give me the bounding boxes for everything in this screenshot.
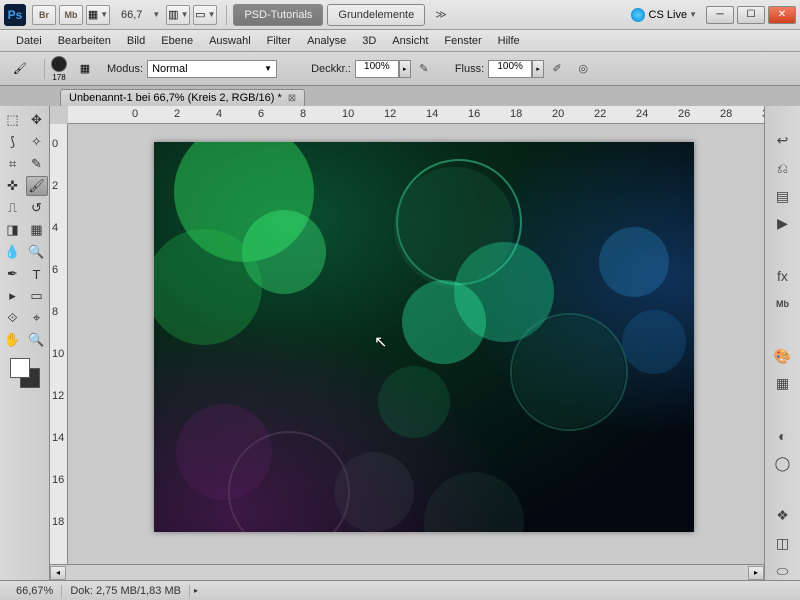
brush-preset-picker[interactable]: 178 xyxy=(51,56,67,82)
3d-camera-tool[interactable]: ⌖ xyxy=(26,308,48,328)
comps-panel-icon[interactable]: ▤ xyxy=(772,187,794,205)
bridge-button[interactable]: Br xyxy=(32,5,56,25)
screen-mode-button[interactable]: ▭▼ xyxy=(193,5,217,25)
path-select-tool[interactable]: ▸ xyxy=(2,286,24,306)
close-button[interactable]: ✕ xyxy=(768,6,796,24)
mode-label: Modus: xyxy=(107,63,143,75)
ps-logo: Ps xyxy=(4,4,26,26)
dodge-tool[interactable]: 🔍 xyxy=(26,242,48,262)
workspace-tab-grundelemente[interactable]: Grundelemente xyxy=(327,4,425,26)
marquee-tool[interactable]: ⬚ xyxy=(2,110,24,130)
color-swatches[interactable] xyxy=(10,358,40,388)
cs-live-icon xyxy=(631,8,645,22)
menu-ansicht[interactable]: Ansicht xyxy=(384,32,436,50)
arrange-docs-button[interactable]: ▥▼ xyxy=(166,5,190,25)
scrollbar-horizontal[interactable]: ◂ ▸ xyxy=(50,564,764,580)
history-panel-icon[interactable]: ↩ xyxy=(772,132,794,150)
menu-fenster[interactable]: Fenster xyxy=(436,32,489,50)
zoom-tool[interactable]: 🔍 xyxy=(26,330,48,350)
eyedropper-tool[interactable]: ✎ xyxy=(26,154,48,174)
pen-tool[interactable]: ✒ xyxy=(2,264,24,284)
wand-tool[interactable]: ✧ xyxy=(26,132,48,152)
crop-tool[interactable]: ⌗ xyxy=(2,154,24,174)
mode-select[interactable]: Normal▼ xyxy=(147,60,277,78)
brush-preview-icon xyxy=(51,56,67,72)
minibridge-button[interactable]: Mb xyxy=(59,5,83,25)
minimize-button[interactable]: ─ xyxy=(706,6,734,24)
view-extras-button[interactable]: ▦▼ xyxy=(86,5,110,25)
options-bar: 🖌 178 ▦ Modus: Normal▼ Deckkr.: 100% ▸ ✎… xyxy=(0,52,800,86)
workspace-more-icon[interactable]: ≫ xyxy=(435,8,447,21)
menu-bearbeiten[interactable]: Bearbeiten xyxy=(50,32,119,50)
shape-tool[interactable]: ▭ xyxy=(26,286,48,306)
foreground-color-swatch[interactable] xyxy=(10,358,30,378)
move-tool[interactable]: ✥ xyxy=(26,110,48,130)
swatches-panel-icon[interactable]: ▦ xyxy=(772,375,794,393)
title-bar: Ps Br Mb ▦▼ 66,7 ▼ ▥▼ ▭▼ PSD-Tutorials Gr… xyxy=(0,0,800,30)
pressure-opacity-icon[interactable]: ✎ xyxy=(414,59,434,79)
menu-ebene[interactable]: Ebene xyxy=(153,32,201,50)
layers-panel-icon[interactable]: ❖ xyxy=(772,507,794,525)
cs-live-button[interactable]: CS Live ▼ xyxy=(631,8,697,22)
menu-hilfe[interactable]: Hilfe xyxy=(490,32,528,50)
ruler-horizontal[interactable]: 024681012141618202224262830 xyxy=(68,106,764,124)
zoom-dropdown-icon[interactable]: ▼ xyxy=(152,10,160,19)
brush-tool[interactable]: 🖌 xyxy=(26,176,48,196)
menu-analyse[interactable]: Analyse xyxy=(299,32,354,50)
ruler-vertical[interactable]: 024681012141618 xyxy=(50,124,68,564)
opacity-input[interactable]: 100% xyxy=(355,60,399,78)
workspace-tab-tutorials[interactable]: PSD-Tutorials xyxy=(233,4,323,26)
menu-auswahl[interactable]: Auswahl xyxy=(201,32,259,50)
menu-datei[interactable]: Datei xyxy=(8,32,50,50)
menu-bar: Datei Bearbeiten Bild Ebene Auswahl Filt… xyxy=(0,30,800,52)
workspace: 024681012141618202224262830 024681012141… xyxy=(50,106,764,580)
color-panel-icon[interactable]: 🎨 xyxy=(772,347,794,365)
opacity-flyout-icon[interactable]: ▸ xyxy=(399,60,411,78)
toolbox: ⬚ ✥ ⟆ ✧ ⌗ ✎ ✜ 🖌 ⎍ ↺ ◨ ▦ 💧 🔍 ✒ T ▸ ▭ ⟐ ⌖ … xyxy=(0,106,50,580)
blur-tool[interactable]: 💧 xyxy=(2,242,24,262)
tool-preset-brush-icon[interactable]: 🖌 xyxy=(8,57,32,81)
zoom-level[interactable]: 66,7 xyxy=(121,9,142,21)
adjustments-panel-icon[interactable]: ◐ xyxy=(772,427,794,445)
document-tab[interactable]: Unbenannt-1 bei 66,7% (Kreis 2, RGB/16) … xyxy=(60,89,305,106)
actions-panel-icon[interactable]: ▶ xyxy=(772,215,794,233)
panel-dock: ↩ ⎌ ▤ ▶ fx Mb 🎨 ▦ ◐ ◯ ❖ ◫ ⬭ xyxy=(764,106,800,580)
pressure-size-icon[interactable]: ◎ xyxy=(573,59,593,79)
hand-tool[interactable]: ✋ xyxy=(2,330,24,350)
gradient-tool[interactable]: ▦ xyxy=(26,220,48,240)
scroll-right-button[interactable]: ▸ xyxy=(748,566,764,580)
type-tool[interactable]: T xyxy=(26,264,48,284)
status-zoom[interactable]: 66,67% xyxy=(8,585,62,597)
menu-bild[interactable]: Bild xyxy=(119,32,153,50)
stamp-tool[interactable]: ⎍ xyxy=(2,198,24,218)
presets-panel-icon[interactable]: ⎌ xyxy=(772,160,794,178)
brush-panel-toggle[interactable]: ▦ xyxy=(73,57,97,81)
opacity-label: Deckkr.: xyxy=(311,63,351,75)
flow-flyout-icon[interactable]: ▸ xyxy=(532,60,544,78)
paths-panel-icon[interactable]: ⬭ xyxy=(772,562,794,580)
eraser-tool[interactable]: ◨ xyxy=(2,220,24,240)
scroll-left-button[interactable]: ◂ xyxy=(50,566,66,580)
menu-filter[interactable]: Filter xyxy=(259,32,299,50)
status-bar: 66,67% Dok: 2,75 MB/1,83 MB ▸ xyxy=(0,580,800,600)
flow-label: Fluss: xyxy=(455,63,484,75)
close-tab-icon[interactable]: ⊠ xyxy=(288,93,296,104)
lasso-tool[interactable]: ⟆ xyxy=(2,132,24,152)
canvas[interactable]: ↖ xyxy=(154,142,694,532)
heal-tool[interactable]: ✜ xyxy=(2,176,24,196)
minibridge-panel-icon[interactable]: Mb xyxy=(772,295,794,313)
maximize-button[interactable]: ☐ xyxy=(737,6,765,24)
flow-input[interactable]: 100% xyxy=(488,60,532,78)
document-tabs: Unbenannt-1 bei 66,7% (Kreis 2, RGB/16) … xyxy=(0,86,800,106)
airbrush-icon[interactable]: ✐ xyxy=(547,59,567,79)
3d-tool[interactable]: ⟐ xyxy=(2,308,24,328)
status-doc-size[interactable]: Dok: 2,75 MB/1,83 MB xyxy=(62,585,190,597)
channels-panel-icon[interactable]: ◫ xyxy=(772,535,794,553)
history-brush-tool[interactable]: ↺ xyxy=(26,198,48,218)
styles-panel-icon[interactable]: fx xyxy=(772,267,794,285)
masks-panel-icon[interactable]: ◯ xyxy=(772,455,794,473)
status-flyout-icon[interactable]: ▸ xyxy=(194,586,198,595)
menu-3d[interactable]: 3D xyxy=(354,32,384,50)
canvas-area[interactable]: ↖ xyxy=(68,124,764,564)
